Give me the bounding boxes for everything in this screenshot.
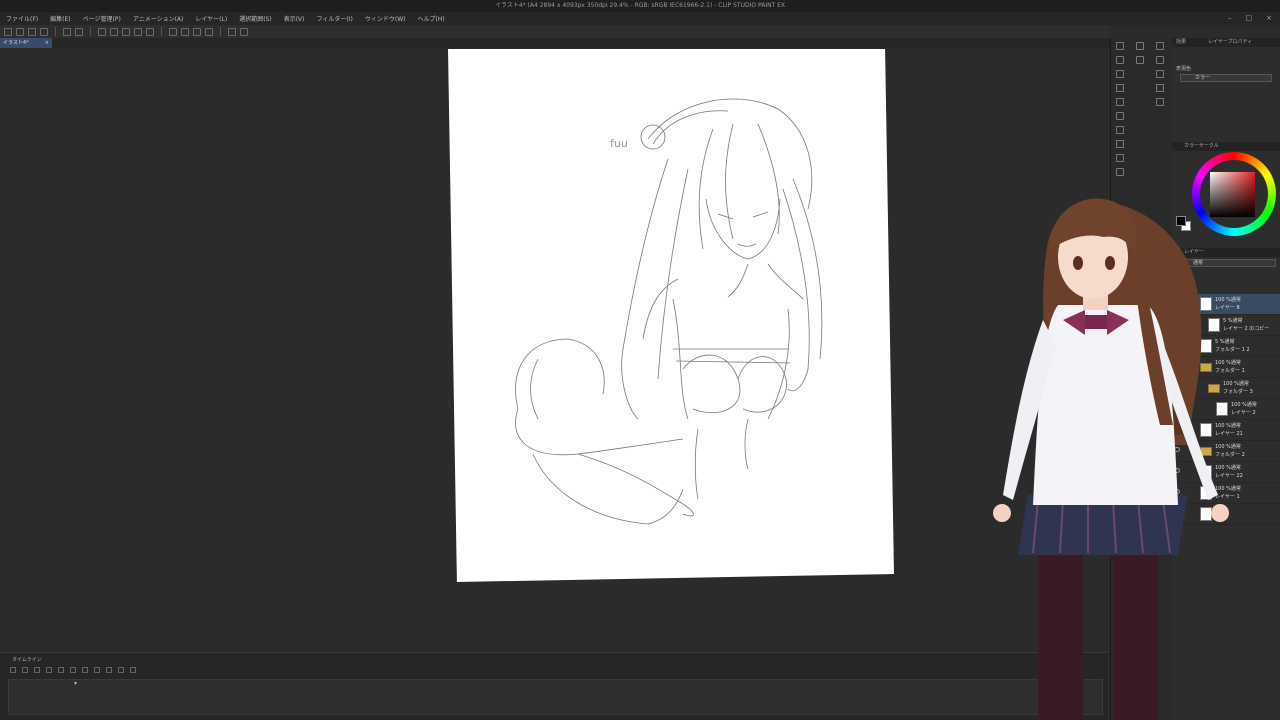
timeline-settings-icon[interactable] [22, 667, 28, 673]
new-file-icon[interactable] [4, 27, 12, 36]
cel-icon[interactable] [106, 667, 112, 673]
onion-skin-icon[interactable] [118, 667, 124, 673]
window-title: イラスト4* (A4 2894 x 4093px 350dpi 29.4% - … [0, 0, 1280, 12]
menu-window[interactable]: ウィンドウ(W) [365, 14, 406, 23]
icon-column-right [1153, 38, 1167, 106]
eraser-icon[interactable] [1116, 70, 1124, 78]
menu-selection[interactable]: 選択範囲(S) [239, 14, 272, 23]
play-icon[interactable] [58, 667, 64, 673]
document-tab-bar: イラスト4* × [0, 38, 1110, 48]
icon-column-left [1113, 38, 1127, 176]
menu-layer[interactable]: レイヤー(L) [195, 14, 227, 23]
layer-icon[interactable] [1116, 112, 1124, 120]
crop-icon[interactable] [134, 27, 142, 36]
toolbar-divider [90, 27, 91, 36]
transform-icon[interactable] [146, 27, 154, 36]
menu-help[interactable]: ヘルプ(H) [417, 14, 444, 23]
link-icon[interactable] [240, 27, 248, 36]
menu-page[interactable]: ページ管理(P) [83, 14, 121, 23]
play-last-icon[interactable] [82, 667, 88, 673]
timeline-track[interactable] [8, 679, 1103, 715]
close-button[interactable]: × [1266, 14, 1272, 22]
minimize-button[interactable]: – [1228, 14, 1232, 22]
material-icon[interactable] [1116, 126, 1124, 134]
clear-icon[interactable] [110, 27, 118, 36]
icon-column-mid [1133, 38, 1147, 64]
drawing-canvas[interactable]: fuu [448, 49, 894, 582]
menu-bar: ファイル(F) 編集(E) ページ管理(P) アニメーション(A) レイヤー(L… [0, 12, 1280, 25]
navigator-icon[interactable] [1116, 98, 1124, 106]
toolbar-divider [161, 27, 162, 36]
tab-layer-property[interactable]: レイヤープロパティ [1208, 38, 1252, 47]
avatar [993, 198, 1229, 720]
new-timeline-icon[interactable] [10, 667, 16, 673]
color-circle-header: カラーサークル [1172, 142, 1280, 151]
redo-icon[interactable] [75, 27, 83, 36]
eye-icon[interactable] [1116, 84, 1124, 92]
undo-icon[interactable] [63, 27, 71, 36]
menu-filter[interactable]: フィルター(I) [317, 14, 353, 23]
toolbar-divider [220, 27, 221, 36]
save-icon[interactable] [28, 27, 36, 36]
tab-effect[interactable]: 効果 [1176, 39, 1186, 45]
menu-animation[interactable]: アニメーション(A) [133, 14, 184, 23]
display-color-label: 表現色 [1176, 66, 1192, 72]
settings-icon[interactable] [98, 27, 106, 36]
gear-icon[interactable] [1156, 84, 1164, 92]
tab-color-circle[interactable]: カラーサークル [1176, 143, 1219, 149]
pen-icon[interactable] [1116, 56, 1124, 64]
search-icon[interactable] [1116, 154, 1124, 162]
play-forward-icon[interactable] [70, 667, 76, 673]
menu-edit[interactable]: 編集(E) [50, 14, 70, 23]
info-icon[interactable] [1156, 70, 1164, 78]
effect-panel-header: 効果 レイヤープロパティ [1172, 38, 1280, 47]
menu-view[interactable]: 表示(V) [284, 14, 305, 23]
color-icon[interactable] [1156, 56, 1164, 64]
subtool-icon[interactable] [1136, 56, 1144, 64]
main-color-swatch[interactable] [1176, 216, 1186, 226]
timeline-controls [10, 665, 270, 675]
sketch-text: fuu [610, 137, 628, 150]
palette-icon[interactable] [1116, 168, 1124, 176]
saturation-value-square[interactable] [1210, 172, 1255, 217]
brush-icon[interactable] [1116, 42, 1124, 50]
display-color-select[interactable]: カラー [1180, 74, 1272, 82]
snap-special-ruler-icon[interactable] [181, 27, 189, 36]
menu-file[interactable]: ファイル(F) [6, 14, 38, 23]
tool-property-icon[interactable] [1136, 42, 1144, 50]
sketch-lines: fuu [515, 98, 823, 525]
export-icon[interactable] [40, 27, 48, 36]
close-panel-icon[interactable] [1156, 42, 1164, 50]
phone-icon[interactable] [228, 27, 236, 36]
history-icon[interactable] [1116, 140, 1124, 148]
document-tab-close-icon[interactable]: × [45, 38, 49, 48]
timeline-panel: タイムライン ▾ [0, 652, 1108, 720]
play-first-icon[interactable] [34, 667, 40, 673]
fill-icon[interactable] [122, 27, 130, 36]
loop-icon[interactable] [94, 667, 100, 673]
document-tab-label: イラスト4* [3, 40, 29, 46]
toolbar-divider [55, 27, 56, 36]
snap-perspective-icon[interactable] [205, 27, 213, 36]
document-tab[interactable]: イラスト4* × [0, 38, 52, 48]
help-icon[interactable] [1156, 98, 1164, 106]
keyframe-icon[interactable] [130, 667, 136, 673]
open-file-icon[interactable] [16, 27, 24, 36]
frame-marker[interactable]: ▾ [74, 680, 77, 687]
maximize-button[interactable]: □ [1246, 14, 1253, 22]
timeline-tab[interactable]: タイムライン [12, 656, 102, 664]
snap-grid-icon[interactable] [193, 27, 201, 36]
play-back-icon[interactable] [46, 667, 52, 673]
command-bar [0, 25, 1110, 38]
snap-ruler-icon[interactable] [169, 27, 177, 36]
window-controls: – □ × [1228, 14, 1272, 22]
